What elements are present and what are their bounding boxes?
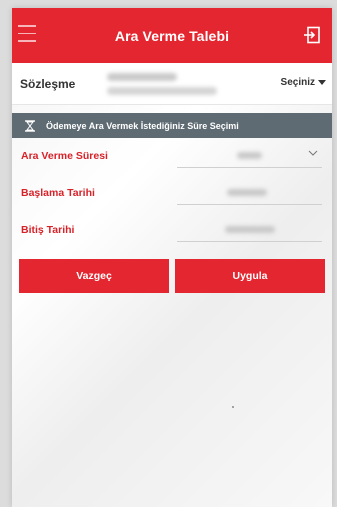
hourglass-icon bbox=[25, 119, 35, 132]
start-date-value-redacted bbox=[227, 189, 267, 196]
logout-icon[interactable] bbox=[302, 25, 322, 45]
end-date-input[interactable] bbox=[177, 218, 322, 242]
end-date-label: Bitiş Tarihi bbox=[21, 224, 75, 236]
duration-label: Ara Verme Süresi bbox=[21, 150, 108, 162]
header-bar: Ara Verme Talebi bbox=[12, 8, 332, 63]
chevron-down-icon bbox=[308, 150, 318, 156]
contract-detail-redacted bbox=[107, 87, 217, 95]
duration-value-redacted bbox=[237, 152, 262, 159]
start-date-label: Başlama Tarihi bbox=[21, 187, 95, 199]
page-title: Ara Verme Talebi bbox=[114, 27, 230, 44]
contract-row: Sözleşme Seçiniz bbox=[12, 63, 332, 105]
section-header: Ödemeye Ara Vermek İstediğiniz Süre Seçi… bbox=[12, 113, 332, 138]
contract-number-redacted bbox=[107, 73, 177, 81]
start-date-input[interactable] bbox=[177, 181, 322, 205]
start-date-field-row: Başlama Tarihi bbox=[12, 175, 332, 212]
action-buttons: Vazgeç Uygula bbox=[12, 259, 332, 293]
caret-down-icon bbox=[318, 80, 326, 85]
end-date-field-row: Bitiş Tarihi bbox=[12, 212, 332, 249]
app-screen: Ara Verme Talebi Sözleşme Seçiniz Ödemey… bbox=[12, 8, 332, 507]
apply-button[interactable]: Uygula bbox=[175, 259, 325, 293]
duration-field-row: Ara Verme Süresi bbox=[12, 138, 332, 175]
contract-label: Sözleşme bbox=[20, 76, 76, 91]
contract-select[interactable]: Seçiniz bbox=[281, 77, 326, 88]
end-date-value-redacted bbox=[225, 226, 275, 233]
contract-select-label: Seçiniz bbox=[280, 77, 315, 88]
background-dot bbox=[232, 406, 234, 408]
section-title: Ödemeye Ara Vermek İstediğiniz Süre Seçi… bbox=[46, 120, 239, 131]
duration-select[interactable] bbox=[177, 144, 322, 168]
cancel-button[interactable]: Vazgeç bbox=[19, 259, 169, 293]
hamburger-icon[interactable] bbox=[18, 25, 38, 45]
